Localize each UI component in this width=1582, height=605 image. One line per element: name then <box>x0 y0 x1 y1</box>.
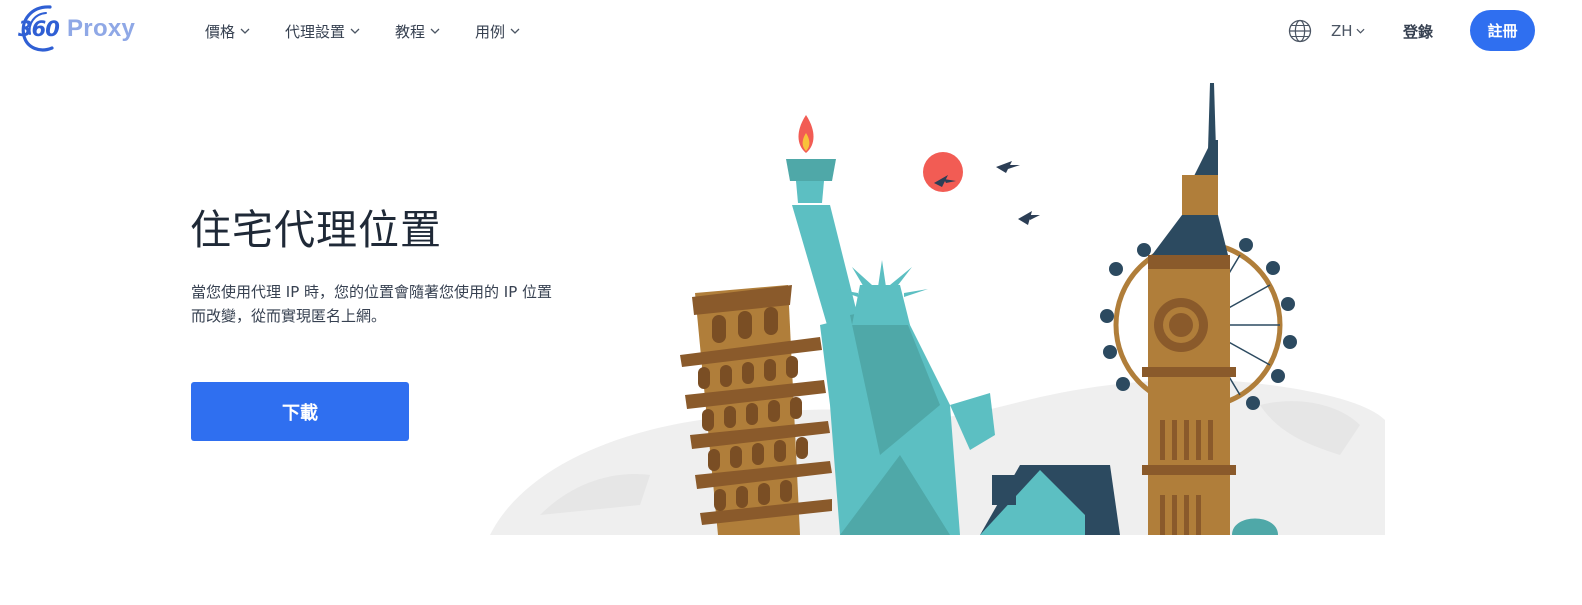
chevron-down-icon <box>430 28 440 34</box>
logo[interactable]: 360 Proxy <box>16 4 135 54</box>
nav-item-label: 價格 <box>205 22 236 41</box>
login-link[interactable]: 登錄 <box>1403 21 1433 42</box>
logo-text: Proxy <box>67 15 136 42</box>
globe-icon[interactable] <box>1288 19 1312 43</box>
nav-item-use-cases[interactable]: 用例 <box>475 19 520 43</box>
chevron-down-icon <box>510 28 520 34</box>
nav-item-label: 代理設置 <box>285 22 346 41</box>
logo-mark: 360 <box>16 4 68 54</box>
nav-item-label: 用例 <box>475 22 506 41</box>
site-header: 360 Proxy 價格 代理設置 教程 用例 ZH 登錄 註冊 <box>0 0 1582 64</box>
chevron-down-icon <box>240 28 250 34</box>
nav-item-proxy-settings[interactable]: 代理設置 <box>285 19 360 43</box>
nav-item-pricing[interactable]: 價格 <box>205 19 250 43</box>
language-selector[interactable]: ZH <box>1331 20 1365 42</box>
house-icon <box>980 465 1120 535</box>
language-label: ZH <box>1331 22 1353 40</box>
sun-icon <box>923 152 963 192</box>
register-button[interactable]: 註冊 <box>1470 10 1535 51</box>
nav-item-label: 教程 <box>395 22 426 41</box>
main-nav: 價格 代理設置 教程 用例 <box>205 19 555 43</box>
landmarks-illustration <box>490 83 1385 535</box>
logo-mark-text: 360 <box>18 17 60 41</box>
page-title: 住宅代理位置 <box>190 206 442 254</box>
chevron-down-icon <box>350 28 360 34</box>
download-button[interactable]: 下載 <box>191 382 409 441</box>
big-ben-tower-icon <box>1142 83 1236 535</box>
chevron-down-icon <box>1356 28 1365 34</box>
nav-item-tutorials[interactable]: 教程 <box>395 19 440 43</box>
